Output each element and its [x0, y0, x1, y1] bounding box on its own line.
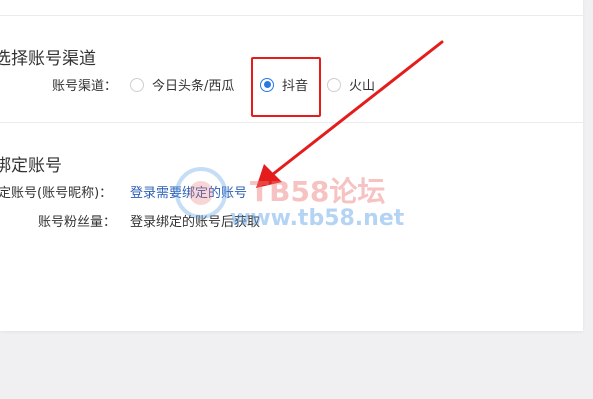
channel-label: 账号渠道：	[52, 79, 118, 94]
account-login-link[interactable]: 登录需要绑定的账号	[130, 182, 247, 201]
section-divider	[0, 122, 583, 123]
bind-section-title: 绑定账号	[0, 156, 62, 176]
fans-value: 登录绑定的账号后获取	[130, 215, 261, 230]
channel-section-title: 选择账号渠道	[0, 49, 96, 69]
option-label: 今日头条/西瓜	[152, 79, 235, 94]
annotation-highlight-box	[251, 57, 321, 117]
radio-huoshan[interactable]	[327, 77, 341, 92]
channel-option-toutiao[interactable]: 今日头条/西瓜	[130, 75, 234, 94]
settings-panel: 选择账号渠道 账号渠道： 今日头条/西瓜 抖音 火山 绑定账号 定账号(账号昵称…	[0, 0, 583, 331]
account-label: 定账号(账号昵称)：	[0, 186, 113, 201]
channel-option-huoshan[interactable]: 火山	[327, 75, 375, 94]
radio-toutiao[interactable]	[130, 77, 144, 92]
top-divider	[0, 15, 583, 16]
option-label: 火山	[349, 79, 376, 94]
fans-label: 账号粉丝量：	[38, 215, 117, 230]
